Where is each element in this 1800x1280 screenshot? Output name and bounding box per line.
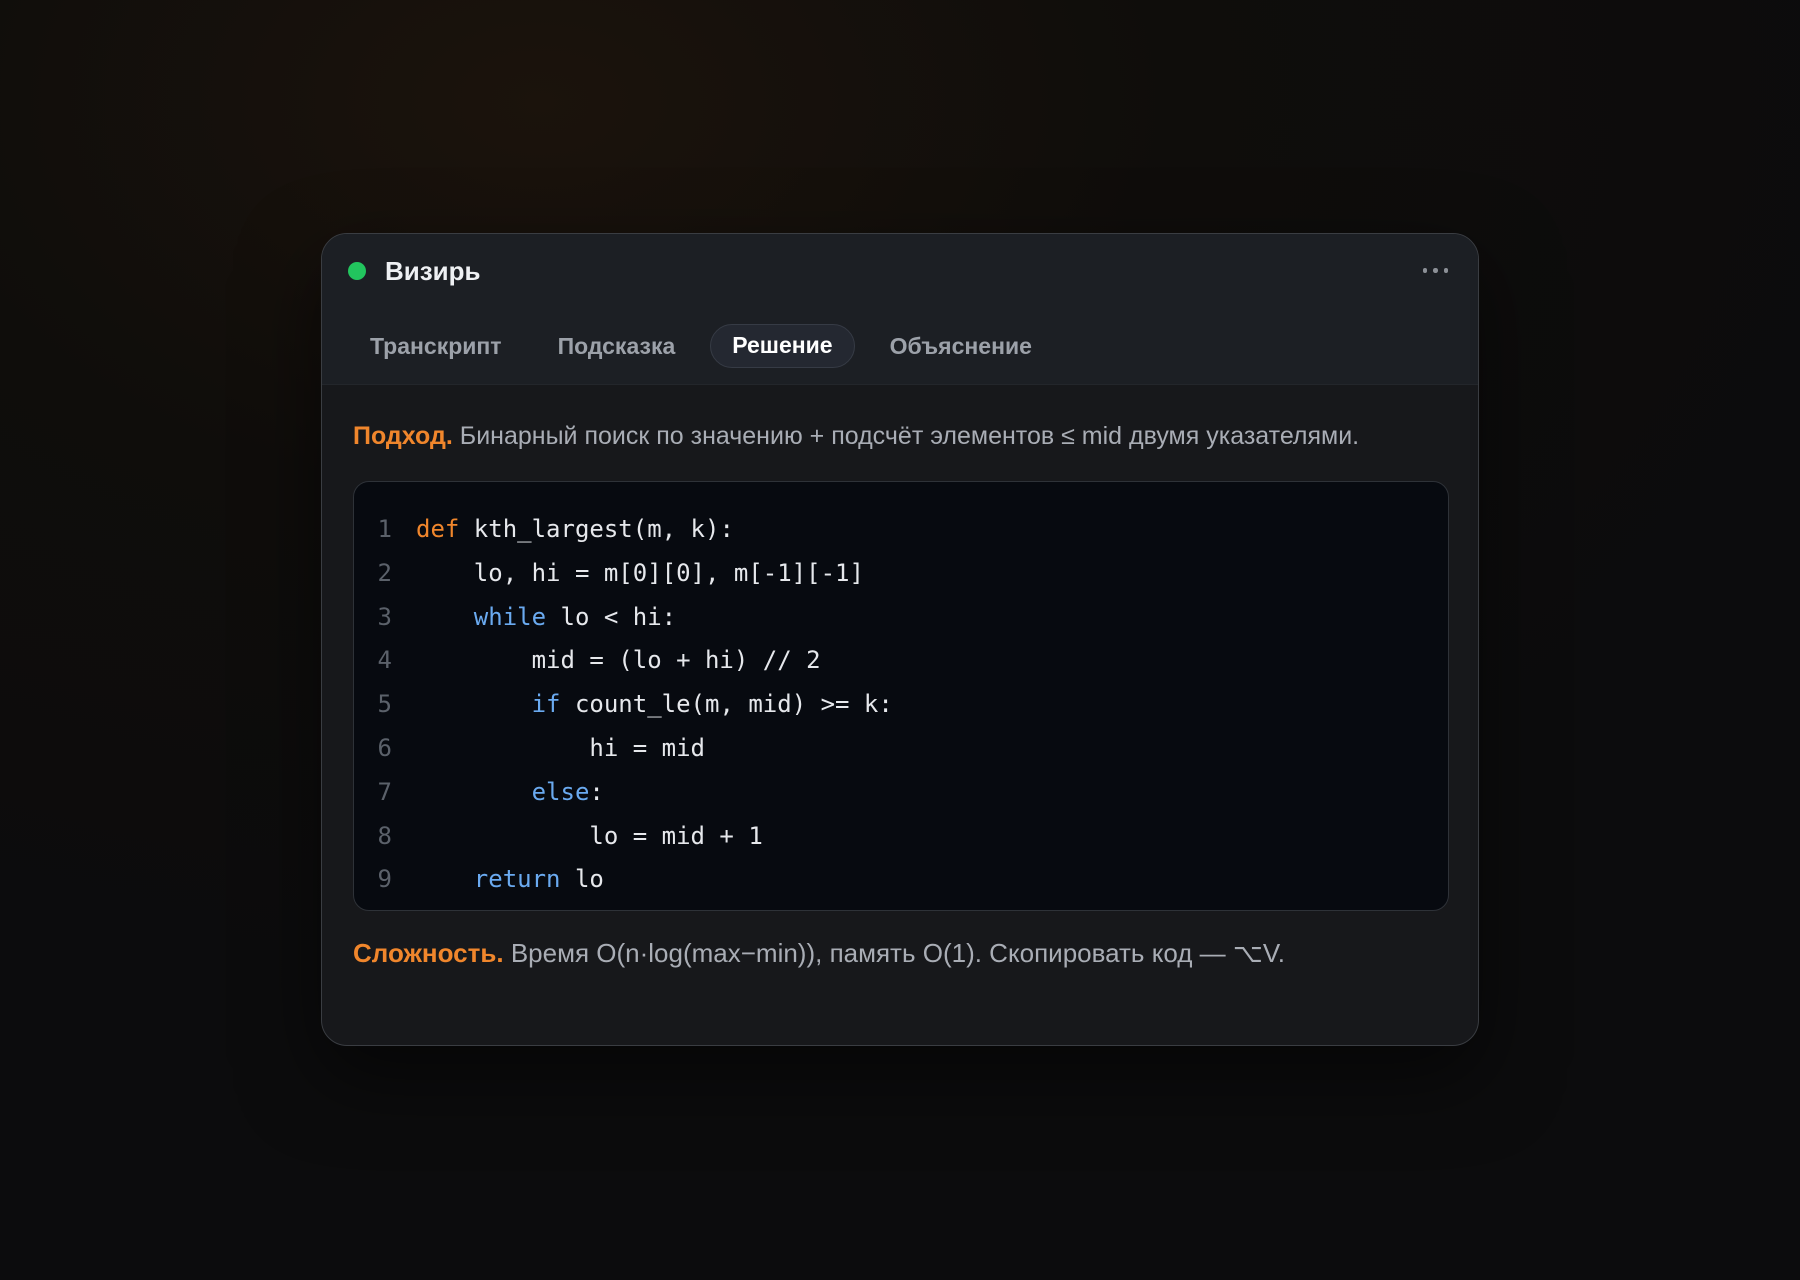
line-number: 3 <box>377 602 392 631</box>
complexity-label: Сложность. <box>353 938 504 968</box>
code-text: : <box>589 777 604 806</box>
code-line: 9 return lo <box>354 858 1448 902</box>
code-line: 6 hi = mid <box>354 727 1448 771</box>
code-text: lo <box>560 865 604 894</box>
line-number: 6 <box>377 733 392 762</box>
code-keyword: else <box>531 777 590 806</box>
line-number: 7 <box>377 777 392 806</box>
complexity-paragraph: Сложность. Время O(n·log(max−min)), памя… <box>353 933 1447 973</box>
code-text: kth_largest(m, k): <box>459 515 734 543</box>
code-line: 8 lo = mid + 1 <box>354 815 1448 859</box>
line-number: 4 <box>377 646 392 675</box>
line-number: 8 <box>377 821 392 850</box>
tab-bar: Транскрипт Подсказка Решение Объяснение <box>349 324 1053 368</box>
code-text: mid = (lo + hi) // 2 <box>416 646 821 675</box>
code-text: lo < hi: <box>546 602 677 631</box>
panel-body: Подход. Бинарный поиск по значению + под… <box>353 415 1449 973</box>
code-keyword: while <box>473 602 547 631</box>
complexity-text: Время O(n·log(max−min)), память O(1). Ск… <box>510 938 1286 968</box>
tab-explanation[interactable]: Объяснение <box>869 324 1053 368</box>
status-indicator <box>348 262 366 280</box>
code-line: 2 lo, hi = m[0][0], m[-1][-1] <box>354 552 1448 596</box>
code-text: hi = mid <box>416 733 705 762</box>
code-line: 7 else: <box>354 771 1448 815</box>
approach-paragraph: Подход. Бинарный поиск по значению + под… <box>353 415 1447 457</box>
code-block[interactable]: 1 def kth_largest(m, k): 2 lo, hi = m[0][0… <box>353 481 1449 911</box>
assistant-panel: Визирь Транскрипт Подсказка Решение Объя… <box>321 233 1479 1046</box>
line-number: 5 <box>377 690 392 719</box>
approach-text: Бинарный поиск по значению + подсчёт эле… <box>459 422 1360 450</box>
code-keyword: return <box>473 865 561 894</box>
approach-label: Подход. <box>353 422 453 450</box>
code-text: lo, hi = m[0][0], m[-1][-1] <box>416 558 864 587</box>
panel-header: Визирь Транскрипт Подсказка Решение Объя… <box>322 234 1478 385</box>
code-line: 1 def kth_largest(m, k): <box>354 508 1448 552</box>
tab-hint[interactable]: Подсказка <box>537 324 697 368</box>
code-text: count_le(m, mid) >= k: <box>560 690 893 719</box>
code-line: 4 mid = (lo + hi) // 2 <box>354 639 1448 683</box>
tab-solution[interactable]: Решение <box>710 324 855 368</box>
code-line: 5 if count_le(m, mid) >= k: <box>354 683 1448 727</box>
line-number: 9 <box>377 865 392 894</box>
app-title: Визирь <box>385 256 481 286</box>
line-number: 2 <box>377 558 392 587</box>
tab-transcript[interactable]: Транскрипт <box>349 324 523 368</box>
more-icon[interactable] <box>1422 268 1448 273</box>
line-number: 1 <box>377 515 392 543</box>
code-text: lo = mid + 1 <box>416 821 763 850</box>
code-keyword: def <box>416 515 460 543</box>
code-keyword: if <box>531 690 561 719</box>
code-line: 3 while lo < hi: <box>354 596 1448 640</box>
